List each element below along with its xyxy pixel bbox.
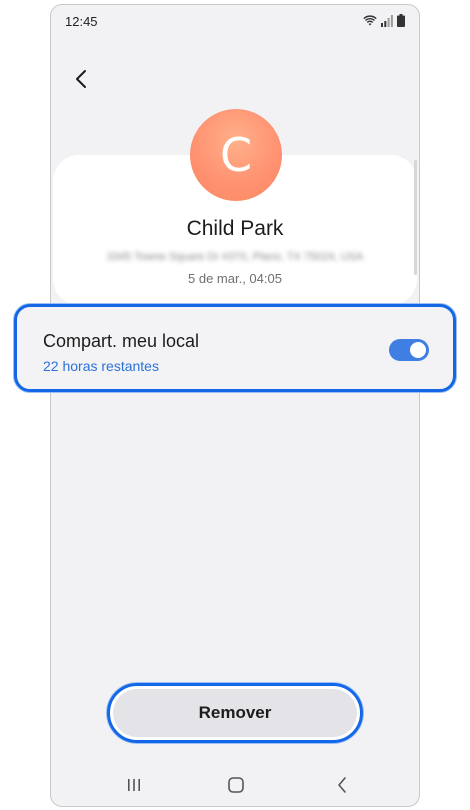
battery-icon [397,14,405,27]
nav-recents-button[interactable] [119,773,149,797]
contact-address: 3345 Towne Square Dr #370, Plano, TX 750… [106,251,364,263]
home-icon [228,777,244,793]
toggle-knob [410,342,426,358]
contact-date: 5 de mar., 04:05 [188,271,282,286]
chevron-left-icon [76,70,86,88]
remove-button[interactable]: Remover [113,689,357,737]
share-location-label: Compart. meu local [43,331,200,351]
wifi-icon [363,14,377,25]
signal-icon [381,14,393,27]
navigation-bar [51,765,419,805]
status-time: 12:45 [65,14,98,29]
remove-highlight: Remover [107,683,363,743]
phone-screen: 12:45 C Child Park 3345 Towne Square Dr … [50,4,420,807]
recents-icon [128,779,140,791]
nav-home-button[interactable] [221,773,251,797]
status-bar: 12:45 [51,5,419,39]
nav-back-button[interactable] [327,773,357,797]
status-icons [363,14,405,27]
back-icon [338,777,346,793]
contact-name: Child Park [186,217,284,240]
share-location-highlight: Compart. meu local 22 horas restantes [14,304,456,392]
avatar: C [190,109,282,201]
share-location-remaining: 22 horas restantes [43,358,159,374]
back-button[interactable] [67,65,95,93]
avatar-letter: C [219,128,253,182]
share-location-toggle[interactable] [389,339,429,361]
